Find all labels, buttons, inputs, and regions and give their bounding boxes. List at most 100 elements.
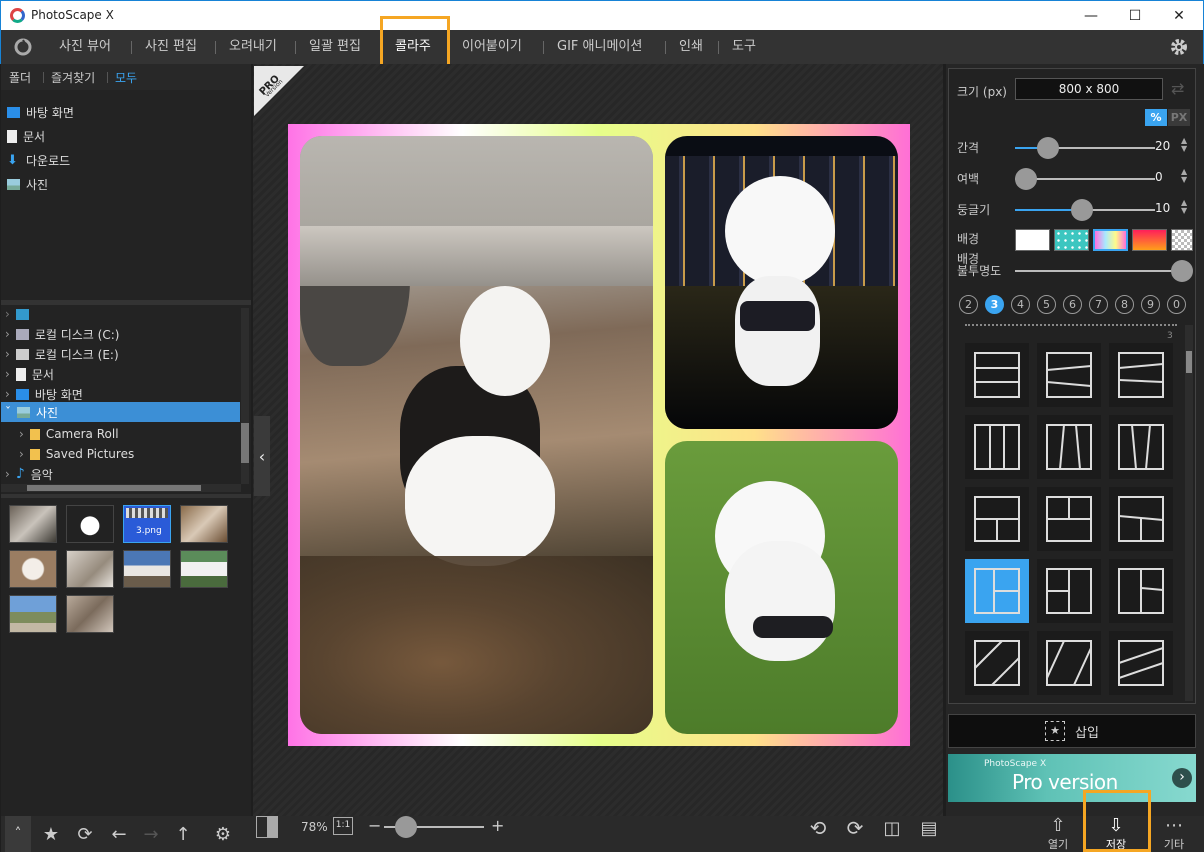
menu-batch-edit[interactable]: 일괄 편집 [309,30,361,64]
image-count-4[interactable]: 4 [1011,295,1030,314]
image-count-5[interactable]: 5 [1037,295,1056,314]
tree-hscrollbar[interactable] [1,484,241,492]
quick-downloads[interactable]: ⬇ 다운로드 [7,149,70,171]
thumbnail[interactable] [66,505,114,543]
bg-white-swatch[interactable] [1015,229,1050,251]
collage-cell-left[interactable] [300,136,653,734]
splitter[interactable] [1,494,251,498]
layout-template[interactable] [1109,415,1173,479]
layout-template-selected[interactable] [965,559,1029,623]
collage-canvas[interactable] [288,124,910,746]
unit-px-button[interactable]: PX [1168,109,1190,126]
tree-item-music[interactable]: › ♪ 음악 [5,464,241,484]
image-count-0[interactable]: 0 [1167,295,1186,314]
image-count-2[interactable]: 2 [959,295,978,314]
zoom-slider-knob[interactable] [395,816,417,838]
quick-desktop[interactable]: 바탕 화면 [7,101,74,123]
image-count-7[interactable]: 7 [1089,295,1108,314]
flip-horizontal-icon[interactable]: ◫ [878,816,906,840]
thumbnail[interactable] [66,550,114,588]
menu-print[interactable]: 인쇄 [679,30,703,64]
menu-photo-editor[interactable]: 사진 편집 [145,30,197,64]
splitter[interactable] [1,300,251,305]
thumbnail[interactable] [9,550,57,588]
chevron-up-icon[interactable]: ˄ [5,816,31,852]
margin-slider-knob[interactable] [1015,168,1037,190]
thumbnail[interactable] [9,505,57,543]
menu-gif-animation[interactable]: GIF 애니메이션 [557,30,642,64]
promo-arrow-icon[interactable]: › [1172,768,1192,788]
close-button[interactable]: ✕ [1157,1,1201,31]
tree-item-local-disk-c[interactable]: › 로컬 디스크 (C:) [5,324,241,344]
image-count-9[interactable]: 9 [1141,295,1160,314]
collapse-left-panel-chevron-icon[interactable]: ‹ [254,416,270,496]
template-scrollbar[interactable] [1185,325,1193,701]
roundness-slider-knob[interactable] [1071,199,1093,221]
layout-template[interactable] [1109,487,1173,551]
tab-all[interactable]: 모두 [115,69,137,86]
quick-documents[interactable]: 문서 [7,125,45,147]
layout-template[interactable] [1109,343,1173,407]
margin-stepper[interactable]: ▲ ▼ [1181,168,1187,184]
layout-template[interactable] [1037,487,1101,551]
more-button[interactable]: ⋯ 기타 [1157,816,1191,852]
home-icon[interactable] [13,37,33,57]
back-arrow-icon[interactable]: ← [105,816,133,852]
zoom-in-icon[interactable]: + [491,816,504,835]
margin-slider[interactable] [1015,168,1155,190]
up-arrow-icon[interactable]: ↑ [169,816,197,852]
settings-gear-icon[interactable] [1168,36,1190,58]
layout-template[interactable] [965,487,1029,551]
image-count-8[interactable]: 8 [1115,295,1134,314]
thumbnail[interactable] [180,550,228,588]
quick-pictures[interactable]: 사진 [7,173,48,195]
tree-vscrollbar[interactable] [241,308,249,484]
insert-button[interactable]: ★ 삽입 [948,714,1196,748]
opacity-slider[interactable] [1015,260,1193,282]
tree-item-desktop[interactable]: › 바탕 화면 [5,384,241,404]
forward-arrow-icon[interactable]: → [137,816,165,852]
compare-toggle-icon[interactable] [256,816,278,838]
image-count-3[interactable]: 3 [985,295,1004,314]
minimize-button[interactable]: — [1069,1,1113,31]
roundness-stepper[interactable]: ▲ ▼ [1181,199,1187,215]
spacing-slider-knob[interactable] [1037,137,1059,159]
refresh-icon[interactable]: ⟳ [71,816,99,852]
pro-version-promo[interactable]: PhotoScape X Pro version › [948,754,1196,802]
spacing-slider[interactable] [1015,137,1155,159]
layout-template[interactable] [1037,631,1101,695]
bg-red-orange-swatch[interactable] [1132,229,1167,251]
spacing-value[interactable]: 20 [1155,139,1170,153]
thumbnail[interactable] [180,505,228,543]
bg-transparent-swatch[interactable] [1171,229,1193,251]
zoom-slider[interactable] [384,816,484,838]
maximize-button[interactable]: ☐ [1113,1,1157,31]
layout-template[interactable] [1037,343,1101,407]
margin-value[interactable]: 0 [1155,170,1163,184]
unit-percent-button[interactable]: % [1145,109,1167,126]
thumbnail[interactable] [9,595,57,633]
tree-item-pictures[interactable]: ˇ 사진 [1,402,240,422]
swap-arrows-icon[interactable]: ⇄ [1171,79,1184,98]
thumbnail[interactable] [123,550,171,588]
roundness-slider[interactable] [1015,199,1155,221]
thumbnail[interactable] [66,595,114,633]
folder-settings-gear-icon[interactable]: ⚙ [209,816,237,852]
layout-template[interactable] [965,343,1029,407]
roundness-value[interactable]: 10 [1155,201,1170,215]
tree-item-local-disk-e[interactable]: › 로컬 디스크 (E:) [5,344,241,364]
menu-tools[interactable]: 도구 [732,30,756,64]
flip-vertical-icon[interactable]: ▤ [915,816,943,840]
zoom-out-icon[interactable]: − [368,816,381,835]
layout-template[interactable] [1037,559,1101,623]
opacity-slider-knob[interactable] [1171,260,1193,282]
spacing-stepper[interactable]: ▲ ▼ [1181,137,1187,153]
tree-item-camera-roll[interactable]: › Camera Roll [19,424,241,444]
rotate-right-icon[interactable]: ⟳ [841,816,869,840]
rotate-left-icon[interactable]: ⟲ [804,816,832,840]
size-input[interactable]: 800 x 800 [1015,78,1163,100]
bg-dots-swatch[interactable] [1054,229,1089,251]
tree-item-documents[interactable]: › 문서 [5,364,241,384]
star-icon[interactable]: ★ [37,816,65,852]
tree-item-saved-pictures[interactable]: › Saved Pictures [19,444,241,464]
